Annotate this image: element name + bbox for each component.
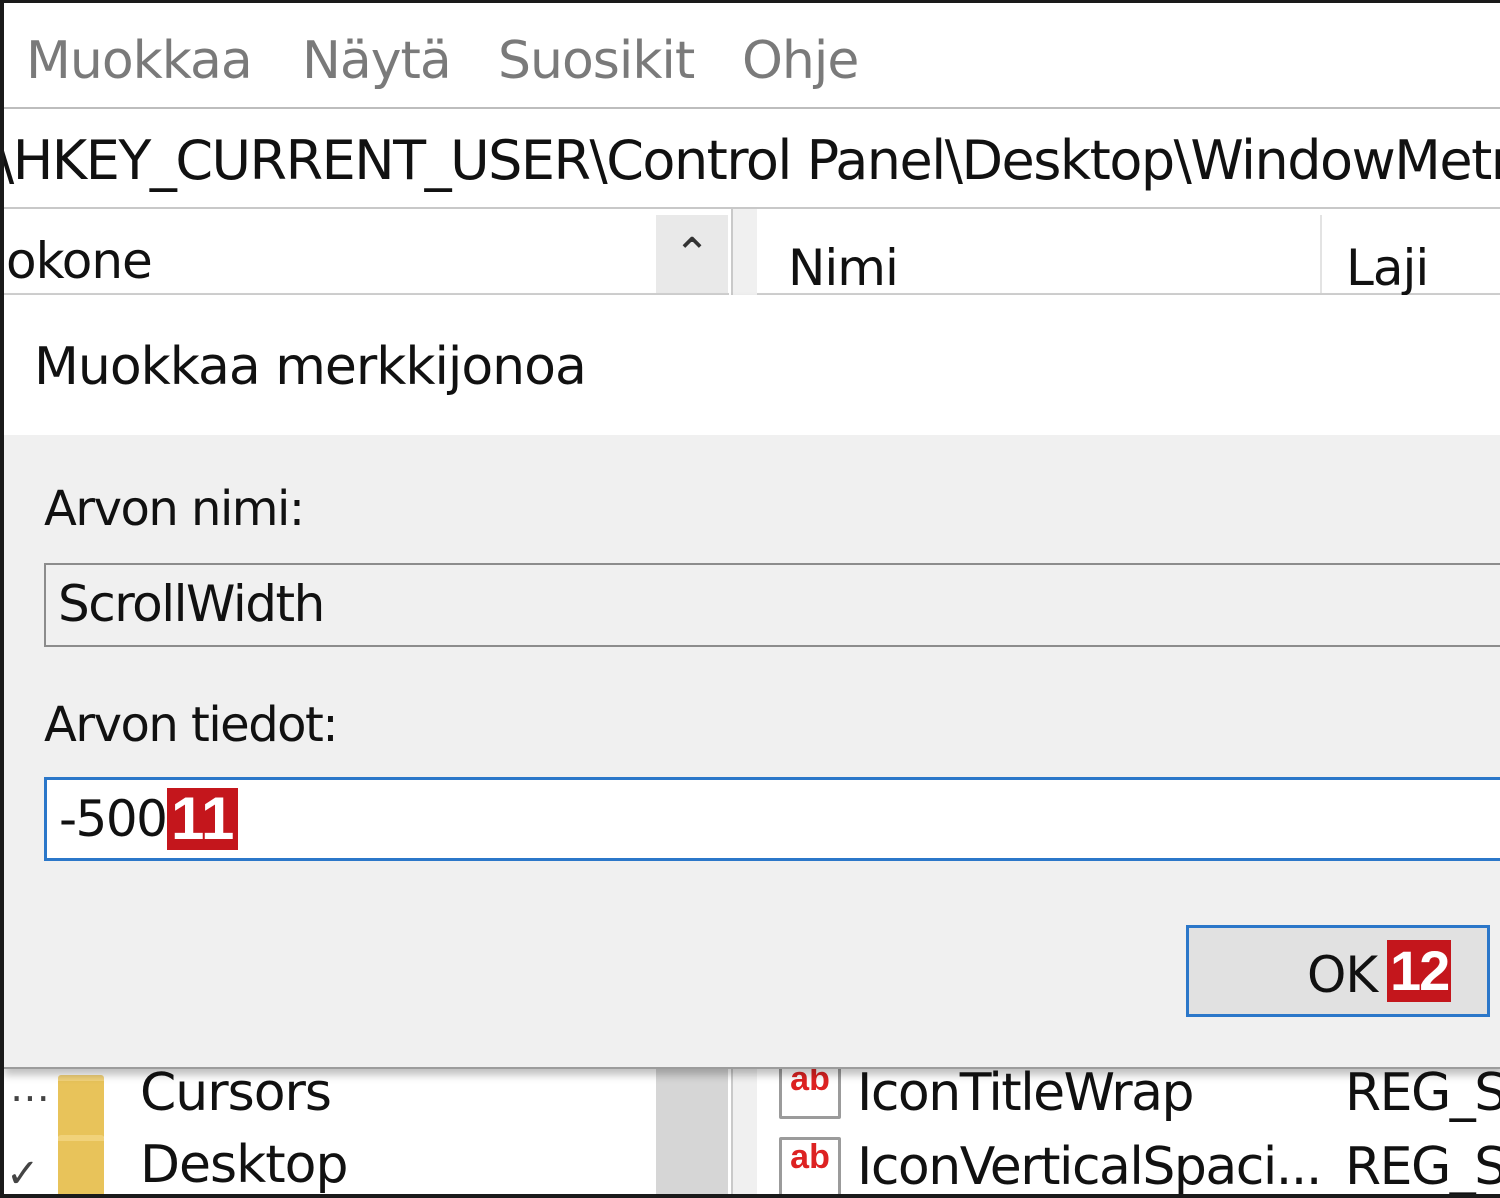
menu-nayta[interactable]: Näytä (302, 31, 452, 91)
tree-connector-icon: ⋯ (10, 1075, 50, 1121)
value-data-text: -500 (59, 790, 168, 848)
list-item-name[interactable]: IconTitleWrap (857, 1063, 1194, 1123)
column-header-type[interactable]: Laji (1346, 239, 1429, 297)
step-badge-12: 12 (1387, 940, 1452, 1002)
scroll-up-button[interactable]: ⌃ (656, 215, 728, 293)
list-item-type: REG_S (1345, 1063, 1500, 1123)
tree-header-label: okone (6, 232, 153, 290)
list-item-name[interactable]: IconVerticalSpaci... (857, 1137, 1322, 1194)
menu-ohje[interactable]: Ohje (742, 31, 859, 91)
column-header-name[interactable]: Nimi (788, 239, 899, 297)
value-data-label: Arvon tiedot: (44, 697, 339, 753)
regedit-window: Muokkaa Näytä Suosikit Ohje \HKEY_CURREN… (0, 0, 1500, 1198)
menu-suosikit[interactable]: Suosikit (498, 31, 695, 91)
folder-icon (58, 1075, 104, 1139)
menu-bar: Muokkaa Näytä Suosikit Ohje (4, 3, 1500, 109)
ok-button[interactable]: OK 12 (1186, 925, 1490, 1017)
step-badge-11: 11 (167, 788, 239, 850)
value-name-text: ScrollWidth (58, 575, 325, 633)
expand-arrow-icon[interactable]: ✓ (6, 1151, 40, 1194)
reg-string-icon: ab (779, 1137, 841, 1194)
ok-button-label: OK (1307, 946, 1378, 1004)
address-path[interactable]: \HKEY_CURRENT_USER\Control Panel\Desktop… (4, 129, 1500, 192)
tree-item-cursors[interactable]: Cursors (140, 1063, 332, 1123)
menu-muokkaa[interactable]: Muokkaa (26, 31, 253, 91)
values-list: ab IconTitleWrap REG_S ab IconVerticalSp… (757, 1059, 1500, 1197)
column-separator[interactable] (1320, 215, 1322, 293)
value-data-field[interactable]: -500 11 (44, 777, 1500, 861)
tree-pane: ⋯ Cursors ✓ Desktop (4, 1063, 731, 1194)
tree-scrollbar[interactable] (656, 1069, 728, 1194)
value-name-field[interactable]: ScrollWidth (44, 563, 1500, 647)
edit-string-dialog: Muokkaa merkkijonoa Arvon nimi: ScrollWi… (4, 295, 1500, 1069)
chevron-up-icon: ⌃ (673, 228, 711, 280)
list-item-type: REG_S (1345, 1137, 1500, 1197)
tree-item-desktop[interactable]: Desktop (140, 1135, 348, 1194)
value-name-label: Arvon nimi: (44, 481, 305, 537)
dialog-titlebar[interactable]: Muokkaa merkkijonoa (4, 295, 1500, 435)
folder-icon (58, 1135, 104, 1194)
dialog-title: Muokkaa merkkijonoa (34, 337, 587, 397)
